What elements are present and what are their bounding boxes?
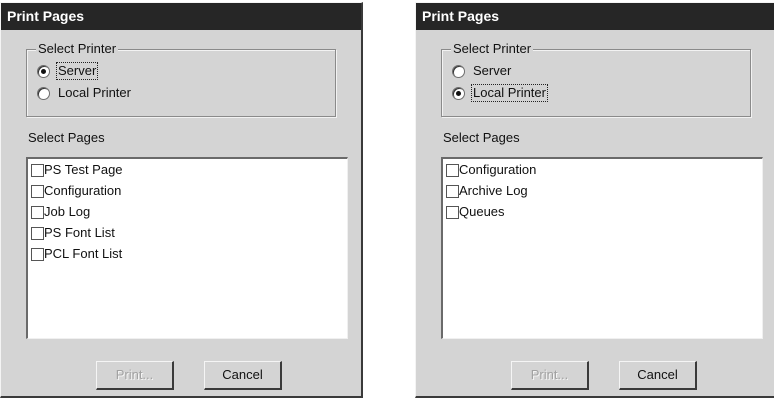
radio-local-printer-label[interactable]: Local Printer [471, 84, 548, 102]
print-pages-dialog-local: Print Pages Select Printer Server Local … [415, 2, 774, 398]
cancel-button[interactable]: Cancel [204, 361, 282, 390]
select-printer-label: Select Printer [36, 41, 119, 56]
select-pages-label: Select Pages [28, 130, 105, 145]
print-button[interactable]: Print... [96, 361, 174, 390]
radio-server-label[interactable]: Server [472, 63, 512, 79]
print-button[interactable]: Print... [511, 361, 589, 390]
list-item-label: PCL Font List [44, 246, 123, 261]
checkbox-icon[interactable] [446, 185, 459, 198]
radio-button-icon[interactable] [37, 65, 50, 78]
cancel-button[interactable]: Cancel [619, 361, 697, 390]
radio-selected-dot [41, 69, 46, 74]
checkbox-icon[interactable] [446, 164, 459, 177]
dialog-title: Print Pages [416, 3, 774, 30]
dialog-title: Print Pages [1, 3, 361, 30]
radio-button-icon[interactable] [452, 65, 465, 78]
checkbox-icon[interactable] [31, 248, 44, 261]
checkbox-icon[interactable] [31, 164, 44, 177]
radio-button-icon[interactable] [37, 87, 50, 100]
list-item-label: PS Test Page [44, 162, 123, 177]
select-printer-group: Select Printer Server Local Printer [441, 41, 751, 117]
pages-listbox[interactable]: PS Test Page Configuration Job Log PS Fo… [26, 157, 348, 339]
pages-listbox[interactable]: Configuration Archive Log Queues [441, 157, 763, 339]
print-pages-dialog-server: Print Pages Select Printer Server Local … [0, 2, 363, 398]
select-printer-label: Select Printer [451, 41, 534, 56]
checkbox-icon[interactable] [31, 206, 44, 219]
radio-selected-dot [456, 91, 461, 96]
list-item-label: Job Log [44, 204, 91, 219]
list-item-label: Configuration [459, 162, 537, 177]
radio-button-icon[interactable] [452, 87, 465, 100]
select-pages-label: Select Pages [443, 130, 520, 145]
list-item-label: PS Font List [44, 225, 115, 240]
radio-server-label[interactable]: Server [55, 62, 99, 80]
checkbox-icon[interactable] [446, 206, 459, 219]
list-item-label: Archive Log [459, 183, 528, 198]
list-item-label: Configuration [44, 183, 122, 198]
select-printer-group: Select Printer Server Local Printer [26, 41, 336, 117]
checkbox-icon[interactable] [31, 185, 44, 198]
list-item-label: Queues [459, 204, 505, 219]
radio-local-printer-label[interactable]: Local Printer [57, 85, 132, 101]
checkbox-icon[interactable] [31, 227, 44, 240]
